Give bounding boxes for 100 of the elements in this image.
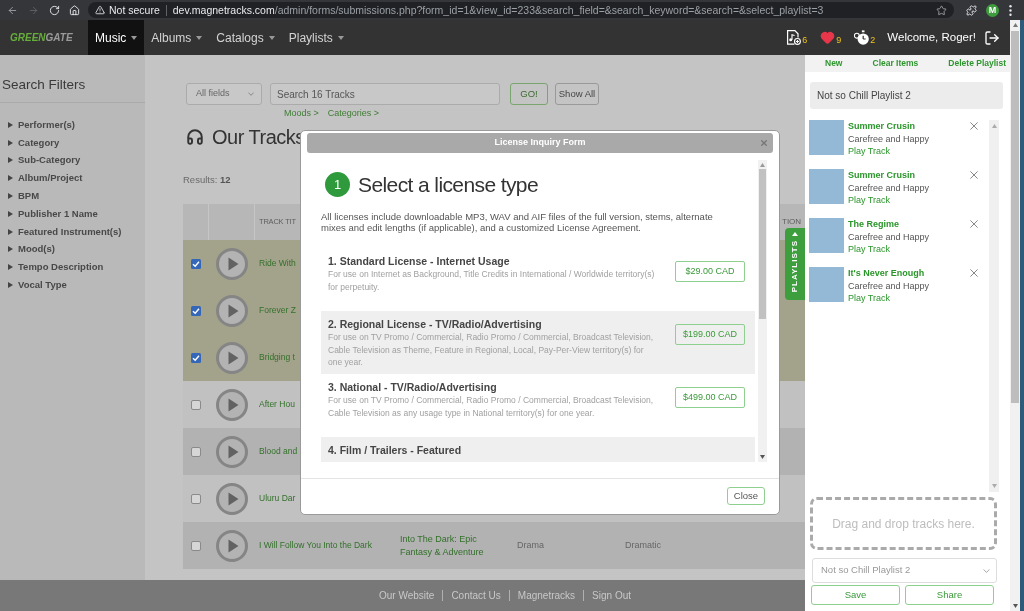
filter-item[interactable]: Category: [0, 133, 145, 152]
close-icon[interactable]: [970, 171, 978, 179]
step-number-badge: 1: [325, 172, 350, 197]
track-title-link[interactable]: Uluru Dar: [259, 492, 296, 505]
scrollbar-thumb[interactable]: [759, 169, 766, 319]
filter-item[interactable]: Featured Instrument(s): [0, 222, 145, 241]
license-option[interactable]: 4. Film / Trailers - Featured: [321, 437, 755, 462]
close-icon[interactable]: [761, 140, 767, 146]
scroll-up-icon[interactable]: [760, 163, 765, 167]
checkbox[interactable]: [191, 399, 201, 410]
play-track-link[interactable]: Play Track: [848, 145, 890, 158]
dialog-title: License Inquiry Form: [494, 136, 586, 150]
scroll-up-icon[interactable]: [991, 124, 997, 128]
menu-icon[interactable]: [1009, 4, 1012, 16]
puzzle-icon[interactable]: [966, 4, 977, 16]
chevron-down-icon[interactable]: [248, 92, 254, 96]
home-icon[interactable]: [69, 4, 80, 16]
profile-avatar[interactable]: M: [986, 3, 999, 17]
close-icon[interactable]: [970, 122, 978, 130]
go-button[interactable]: GO!: [510, 83, 548, 105]
scroll-down-icon[interactable]: [760, 455, 765, 459]
track-title-link[interactable]: Ride With: [259, 257, 296, 270]
price-button[interactable]: $199.00 CAD: [675, 324, 745, 345]
checkbox[interactable]: [191, 258, 201, 269]
filter-item[interactable]: Album/Project: [0, 169, 145, 188]
filter-item[interactable]: BPM: [0, 187, 145, 205]
heart-icon[interactable]: [820, 30, 836, 45]
field-select[interactable]: All fields: [186, 83, 262, 105]
forward-icon[interactable]: [28, 4, 39, 16]
checkbox[interactable]: [191, 446, 201, 457]
license-description: For use on TV Promo / Commercial, Radio Promo / Commercial, Broadcast Television, Cable Television as any usage type in National territory(s) for one year.: [328, 394, 655, 419]
show-all-button[interactable]: Show All: [555, 83, 599, 105]
reload-icon[interactable]: [49, 4, 60, 16]
play-button-icon[interactable]: [216, 388, 248, 421]
checkbox[interactable]: [191, 352, 201, 363]
footer-link[interactable]: Contact Us: [451, 588, 501, 603]
search-field[interactable]: Search 16 Tracks: [270, 83, 500, 105]
playlists-tab[interactable]: PLAYLISTS: [785, 228, 805, 300]
play-track-link[interactable]: Play Track: [848, 292, 890, 305]
checkbox[interactable]: [191, 493, 201, 504]
logout-icon[interactable]: [984, 29, 1000, 46]
album-link[interactable]: Into The Dark: Epic Fantasy & Adventure: [400, 533, 510, 558]
scrollbar-thumb[interactable]: [1011, 31, 1019, 403]
play-button-icon[interactable]: [216, 529, 248, 562]
dialog-heading: Select a license type: [358, 172, 538, 197]
play-button-icon[interactable]: [216, 247, 248, 280]
play-button-icon[interactable]: [216, 341, 248, 374]
footer-link[interactable]: Our Website: [379, 588, 435, 603]
track-title-link[interactable]: I Will Follow You Into the Dark: [259, 539, 372, 552]
stopwatch-icon[interactable]: [854, 30, 870, 45]
close-icon[interactable]: [970, 220, 978, 228]
filter-item[interactable]: Tempo Description: [0, 258, 145, 277]
count-label: 6: [802, 35, 808, 45]
license-option[interactable]: [321, 311, 755, 374]
address-bar[interactable]: Not secure dev.magnetracks.com/admin/forms/submissions.php?form_id=1&view_id=233&search_field=&search_keyword=&search=&select_playlist=3: [88, 2, 954, 18]
back-icon[interactable]: [7, 4, 18, 16]
track-title-link[interactable]: After Hou: [259, 398, 295, 411]
price-button[interactable]: $29.00 CAD: [675, 261, 745, 282]
breadcrumb-link[interactable]: Moods >: [284, 108, 319, 118]
filter-item[interactable]: Sub-Category: [0, 151, 145, 170]
action-link[interactable]: Delete Playlist: [948, 57, 1006, 70]
track-title-link[interactable]: Forever Z: [259, 304, 296, 317]
license-title: 4. Film / Trailers - Featured: [328, 443, 462, 457]
price-button[interactable]: $499.00 CAD: [675, 387, 745, 408]
play-button-icon[interactable]: [216, 482, 248, 515]
chevron-down-icon[interactable]: [983, 568, 990, 573]
music-file-icon[interactable]: [786, 30, 802, 45]
breadcrumb-link[interactable]: Categories >: [327, 108, 380, 118]
track-title-link[interactable]: Bridging t: [259, 351, 295, 364]
track-title-link[interactable]: Blood and: [259, 445, 298, 458]
nav-menu-item[interactable]: Catalogs: [209, 20, 282, 55]
scroll-up-icon[interactable]: [1012, 23, 1018, 27]
bookmark-star-icon[interactable]: [936, 4, 947, 16]
playlist-select[interactable]: Not so Chill Playlist 2: [812, 558, 997, 583]
footer-link[interactable]: Magnetracks: [517, 588, 576, 603]
close-icon[interactable]: [970, 269, 978, 277]
scroll-down-icon[interactable]: [1012, 604, 1018, 608]
caret-icon: [131, 35, 138, 40]
play-button-icon[interactable]: [216, 435, 248, 468]
nav-menu-item[interactable]: Playlists: [281, 20, 351, 55]
nav-menu-item[interactable]: Albums: [144, 20, 210, 55]
checkbox[interactable]: [191, 540, 201, 551]
playlist-name-field[interactable]: Not so Chill Playlist 2: [810, 82, 1003, 109]
close-button[interactable]: Close: [727, 487, 765, 505]
play-track-link[interactable]: Play Track: [848, 243, 890, 256]
play-button-icon[interactable]: [216, 294, 248, 327]
play-track-link[interactable]: Play Track: [848, 194, 890, 207]
share-button[interactable]: Share: [905, 585, 994, 605]
nav-menu-item[interactable]: Music: [88, 20, 145, 55]
filter-item[interactable]: Publisher 1 Name: [0, 205, 145, 223]
filter-item[interactable]: Performer(s): [0, 116, 145, 134]
footer-link[interactable]: Sign Out: [592, 588, 631, 603]
caret-right-icon: [8, 193, 13, 200]
action-link[interactable]: New: [825, 57, 843, 70]
save-button[interactable]: Save: [811, 585, 900, 605]
filter-item[interactable]: Vocal Type: [0, 276, 145, 294]
action-link[interactable]: Clear Items: [872, 57, 919, 70]
results-count: Results: 12: [183, 174, 231, 186]
checkbox[interactable]: [191, 305, 201, 316]
filter-item[interactable]: Mood(s): [0, 240, 145, 259]
